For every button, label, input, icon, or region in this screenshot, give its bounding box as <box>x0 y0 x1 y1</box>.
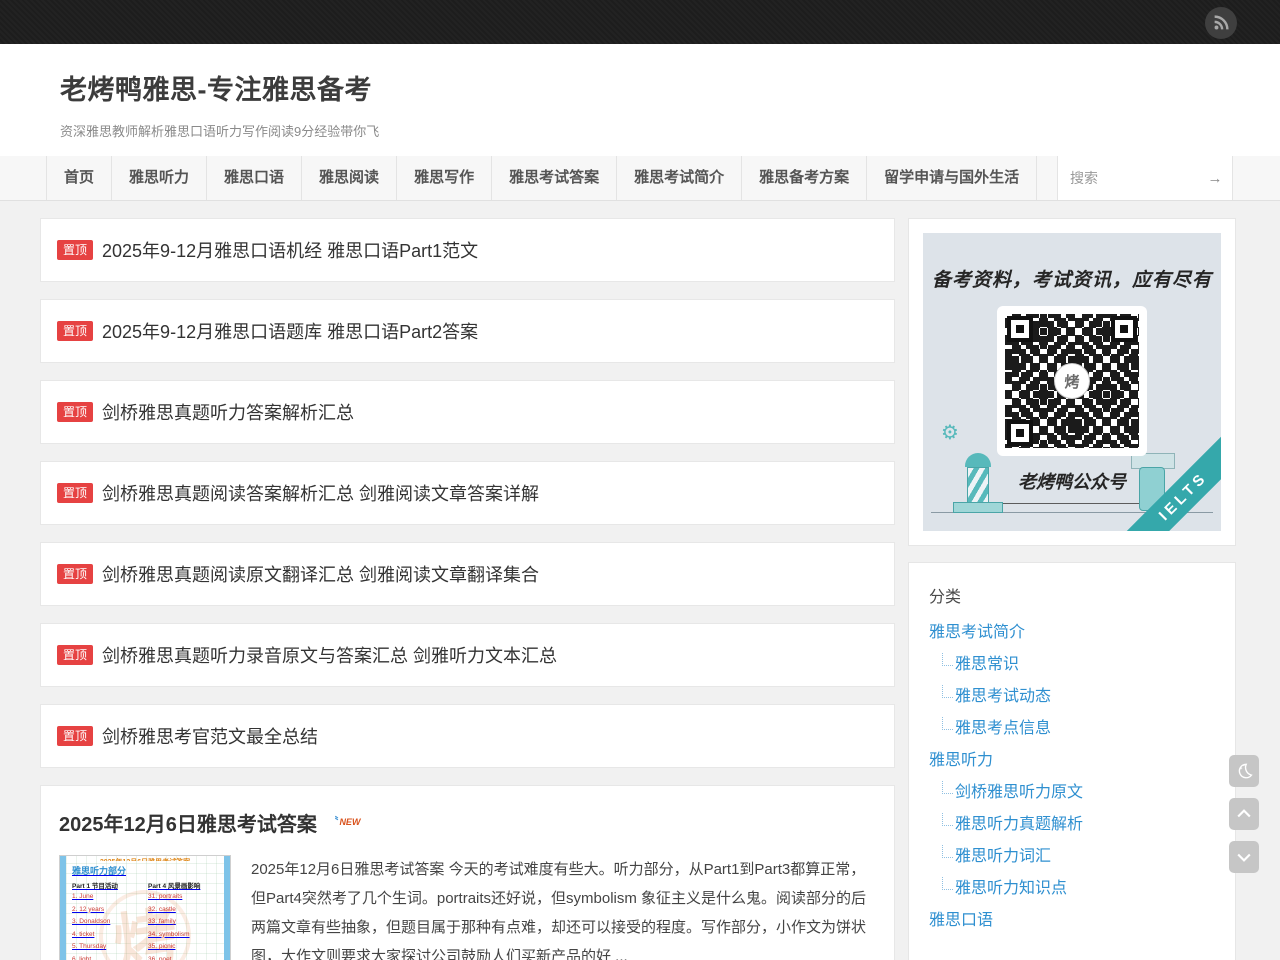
tree-branch-icon <box>942 685 953 698</box>
nav-item-exam-intro[interactable]: 雅思考试简介 <box>616 156 741 200</box>
rss-icon <box>1212 14 1230 32</box>
pinned-article-row: 置顶 剑桥雅思真题听力录音原文与答案汇总 剑雅听力文本汇总 <box>40 623 895 687</box>
pinned-article-row: 置顶 剑桥雅思真题听力答案解析汇总 <box>40 380 895 444</box>
qr-widget: 备考资料，考试资讯，应有尽有 烤 老烤鸭公众号 ⚙ IELTS <box>908 218 1236 546</box>
article-excerpt: 2025年12月6日雅思考试答案 今天的考试难度有些大。听力部分，从Part1到… <box>251 855 878 960</box>
pinned-article-row: 置顶 2025年9-12月雅思口语题库 雅思口语Part2答案 <box>40 299 895 363</box>
article-thumbnail[interactable]: 2025年12月6日雅思考试答案 雅思听力部分 Part 1 节目活动 1. J… <box>59 855 231 960</box>
category-item-child[interactable]: 雅思考试动态 <box>942 687 1215 707</box>
tree-branch-icon <box>942 877 953 890</box>
article-list: 置顶 2025年9-12月雅思口语机经 雅思口语Part1范文 置顶 2025年… <box>40 218 895 960</box>
thumb-column-part4: Part 4 风景画影响 31. portraits 32. castle 33… <box>148 880 218 960</box>
thumb-heading: 雅思听力部分 <box>72 864 218 877</box>
tree-branch-icon <box>942 845 953 858</box>
search-submit-button[interactable]: → <box>1198 156 1232 200</box>
nav-item-writing[interactable]: 雅思写作 <box>396 156 491 200</box>
article-link[interactable]: 2025年9-12月雅思口语题库 雅思口语Part2答案 <box>102 318 478 344</box>
qr-center-logo: 烤 <box>1054 363 1090 399</box>
gear-icon: ⚙ <box>941 420 959 445</box>
category-item[interactable]: 雅思考试简介 <box>929 623 1215 643</box>
category-item-child[interactable]: 雅思听力知识点 <box>942 879 1215 899</box>
pinned-article-row: 置顶 2025年9-12月雅思口语机经 雅思口语Part1范文 <box>40 218 895 282</box>
tree-branch-icon <box>942 781 953 794</box>
pinned-article-row: 置顶 剑桥雅思真题阅读答案解析汇总 剑雅阅读文章答案详解 <box>40 461 895 525</box>
scroll-bottom-button[interactable] <box>1229 841 1259 873</box>
article-link[interactable]: 剑桥雅思考官范文最全总结 <box>102 723 318 749</box>
tree-branch-icon <box>942 717 953 730</box>
chevron-down-icon <box>1234 847 1254 867</box>
search-box: → <box>1057 156 1233 200</box>
categories-list: 雅思考试简介 雅思常识 雅思考试动态 雅思考点信息 雅思听力 剑桥雅思听力原文 … <box>929 623 1215 931</box>
dark-mode-button[interactable] <box>1229 755 1259 787</box>
pinned-badge: 置顶 <box>57 645 93 665</box>
article-link[interactable]: 剑桥雅思真题阅读原文翻译汇总 剑雅阅读文章翻译集合 <box>102 561 539 587</box>
latest-article-card: 2025年12月6日雅思考试答案 〝NEW 2025年12月6日雅思考试答案 雅… <box>40 785 895 960</box>
article-link[interactable]: 剑桥雅思真题听力录音原文与答案汇总 剑雅听力文本汇总 <box>102 642 557 668</box>
site-tagline: 资深雅思教师解析雅思口语听力写作阅读9分经验带你飞 <box>60 121 1220 140</box>
pinned-article-row: 置顶 剑桥雅思真题阅读原文翻译汇总 剑雅阅读文章翻译集合 <box>40 542 895 606</box>
pinned-badge: 置顶 <box>57 321 93 341</box>
new-badge: 〝NEW <box>328 817 360 827</box>
site-header: 老烤鸭雅思-专注雅思备考 资深雅思教师解析雅思口语听力写作阅读9分经验带你飞 <box>0 44 1280 156</box>
nav-item-prep-plan[interactable]: 雅思备考方案 <box>741 156 866 200</box>
nav-item-home[interactable]: 首页 <box>46 156 111 200</box>
latest-article-title: 2025年12月6日雅思考试答案 〝NEW <box>59 808 878 837</box>
pinned-article-row: 置顶 剑桥雅思考官范文最全总结 <box>40 704 895 768</box>
category-item-child[interactable]: 雅思听力词汇 <box>942 847 1215 867</box>
pinned-badge: 置顶 <box>57 564 93 584</box>
moon-icon <box>1235 762 1253 780</box>
floating-buttons <box>1229 755 1259 873</box>
qr-code: 烤 <box>997 306 1147 456</box>
rss-button[interactable] <box>1205 7 1237 39</box>
category-item-child[interactable]: 雅思考点信息 <box>942 719 1215 739</box>
pinned-badge: 置顶 <box>57 240 93 260</box>
category-item-child[interactable]: 剑桥雅思听力原文 <box>942 783 1215 803</box>
nav-item-listening[interactable]: 雅思听力 <box>111 156 206 200</box>
category-item[interactable]: 雅思听力 <box>929 751 1215 771</box>
top-bar <box>0 0 1280 44</box>
category-item-child[interactable]: 雅思听力真题解析 <box>942 815 1215 835</box>
answer-sheet-image: 2025年12月6日雅思考试答案 雅思听力部分 Part 1 节目活动 1. J… <box>60 856 230 960</box>
tree-branch-icon <box>942 813 953 826</box>
nav-item-reading[interactable]: 雅思阅读 <box>301 156 396 200</box>
scroll-top-button[interactable] <box>1229 798 1259 830</box>
pinned-badge: 置顶 <box>57 402 93 422</box>
thumb-column-part1: Part 1 节目活动 1. June 2. 12 years 3. Donal… <box>72 880 142 960</box>
pinned-badge: 置顶 <box>57 726 93 746</box>
pinned-badge: 置顶 <box>57 483 93 503</box>
wechat-qr-promo-image: 备考资料，考试资讯，应有尽有 烤 老烤鸭公众号 ⚙ IELTS <box>923 233 1221 531</box>
promo-top-text: 备考资料，考试资讯，应有尽有 <box>923 265 1221 292</box>
nav-menu: 首页 雅思听力 雅思口语 雅思阅读 雅思写作 雅思考试答案 雅思考试简介 雅思备… <box>46 156 1037 200</box>
nav-item-study-abroad[interactable]: 留学申请与国外生活 <box>866 156 1037 200</box>
site-title[interactable]: 老烤鸭雅思-专注雅思备考 <box>60 68 1220 107</box>
article-link[interactable]: 2025年9-12月雅思口语机经 雅思口语Part1范文 <box>102 237 478 263</box>
tree-branch-icon <box>942 653 953 666</box>
chevron-up-icon <box>1234 804 1254 824</box>
nav-item-exam-answers[interactable]: 雅思考试答案 <box>491 156 616 200</box>
latest-article-link[interactable]: 2025年12月6日雅思考试答案 <box>59 814 317 836</box>
article-link[interactable]: 剑桥雅思真题听力答案解析汇总 <box>102 399 354 425</box>
article-link[interactable]: 剑桥雅思真题阅读答案解析汇总 剑雅阅读文章答案详解 <box>102 480 539 506</box>
category-item-child[interactable]: 雅思常识 <box>942 655 1215 675</box>
search-input[interactable] <box>1058 156 1198 200</box>
categories-title: 分类 <box>929 583 1215 607</box>
category-item[interactable]: 雅思口语 <box>929 911 1215 931</box>
lighthouse-illustration <box>965 453 991 467</box>
sidebar: 备考资料，考试资讯，应有尽有 烤 老烤鸭公众号 ⚙ IELTS <box>908 218 1236 960</box>
nav-item-speaking[interactable]: 雅思口语 <box>206 156 301 200</box>
promo-divider <box>987 503 1157 504</box>
categories-widget: 分类 雅思考试简介 雅思常识 雅思考试动态 雅思考点信息 雅思听力 剑桥雅思听力… <box>908 562 1236 960</box>
main-navigation: 首页 雅思听力 雅思口语 雅思阅读 雅思写作 雅思考试答案 雅思考试简介 雅思备… <box>0 156 1280 201</box>
